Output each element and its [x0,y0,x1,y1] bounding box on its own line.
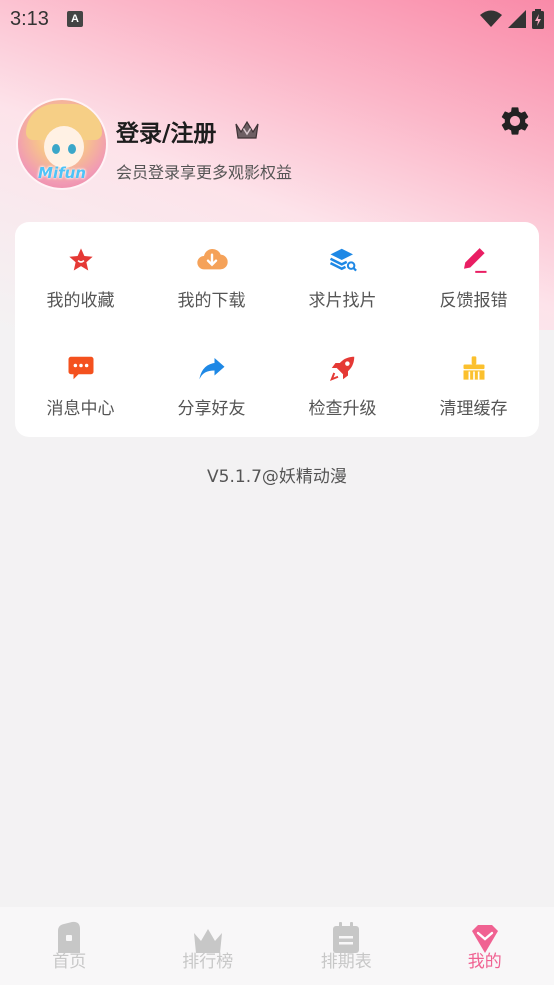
download-icon [196,244,228,276]
menu-item-request[interactable]: 求片找片 [277,222,408,330]
star-icon [65,244,97,276]
chat-icon [65,352,97,384]
edit-pen-icon [458,244,490,276]
share-icon [196,352,228,384]
menu-item-label: 求片找片 [308,291,377,311]
menu-item-share[interactable]: 分享好友 [146,330,277,437]
feature-menu-card: 我的收藏 我的下载 求片找片 反馈报错 消息中心 分享好友 检查升级 清理缓存 [15,222,539,437]
menu-item-feedback[interactable]: 反馈报错 [408,222,539,330]
tab-home[interactable]: 首页 [0,907,139,985]
menu-item-label: 检查升级 [308,399,377,419]
profile-section: Mifun 登录/注册 会员登录享更多观影权益 [16,98,538,194]
gear-icon[interactable] [498,104,532,138]
tab-label: 排期表 [320,952,372,972]
tab-label: 我的 [467,952,502,972]
menu-item-label: 消息中心 [46,399,115,419]
login-subtitle: 会员登录享更多观影权益 [116,163,293,182]
tab-schedule[interactable]: 排期表 [277,907,416,985]
signal-icon [508,10,526,28]
menu-item-favorites[interactable]: 我的收藏 [15,222,146,330]
menu-item-messages[interactable]: 消息中心 [15,330,146,437]
menu-item-label: 反馈报错 [439,291,508,311]
rocket-icon [327,352,359,384]
status-indicators [480,9,544,29]
notification-app-icon: A [66,11,83,27]
menu-item-label: 分享好友 [177,399,246,419]
status-bar: 3:13 A [0,0,554,38]
search-layers-icon [327,244,359,276]
menu-item-clear-cache[interactable]: 清理缓存 [408,330,539,437]
tab-label: 排行榜 [182,952,234,972]
tab-ranking[interactable]: 排行榜 [139,907,278,985]
bottom-tab-bar: 首页 排行榜 排期表 我的 [0,907,554,985]
menu-item-label: 清理缓存 [439,399,508,419]
vip-crown-icon [235,120,259,139]
version-text: V5.1.7@妖精动漫 [207,467,347,487]
battery-icon [532,9,544,29]
menu-item-update[interactable]: 检查升级 [277,330,408,437]
login-register-title[interactable]: 登录/注册 [116,114,216,148]
wifi-icon [480,10,502,27]
tab-label: 首页 [52,952,87,972]
menu-item-downloads[interactable]: 我的下载 [146,222,277,330]
tab-mine[interactable]: 我的 [416,907,554,985]
menu-item-label: 我的下载 [177,291,246,311]
broom-icon [458,352,490,384]
avatar-logo-text: Mifun [38,164,86,182]
status-time: 3:13 [10,7,49,30]
avatar[interactable]: Mifun [16,98,108,190]
menu-item-label: 我的收藏 [46,291,115,311]
